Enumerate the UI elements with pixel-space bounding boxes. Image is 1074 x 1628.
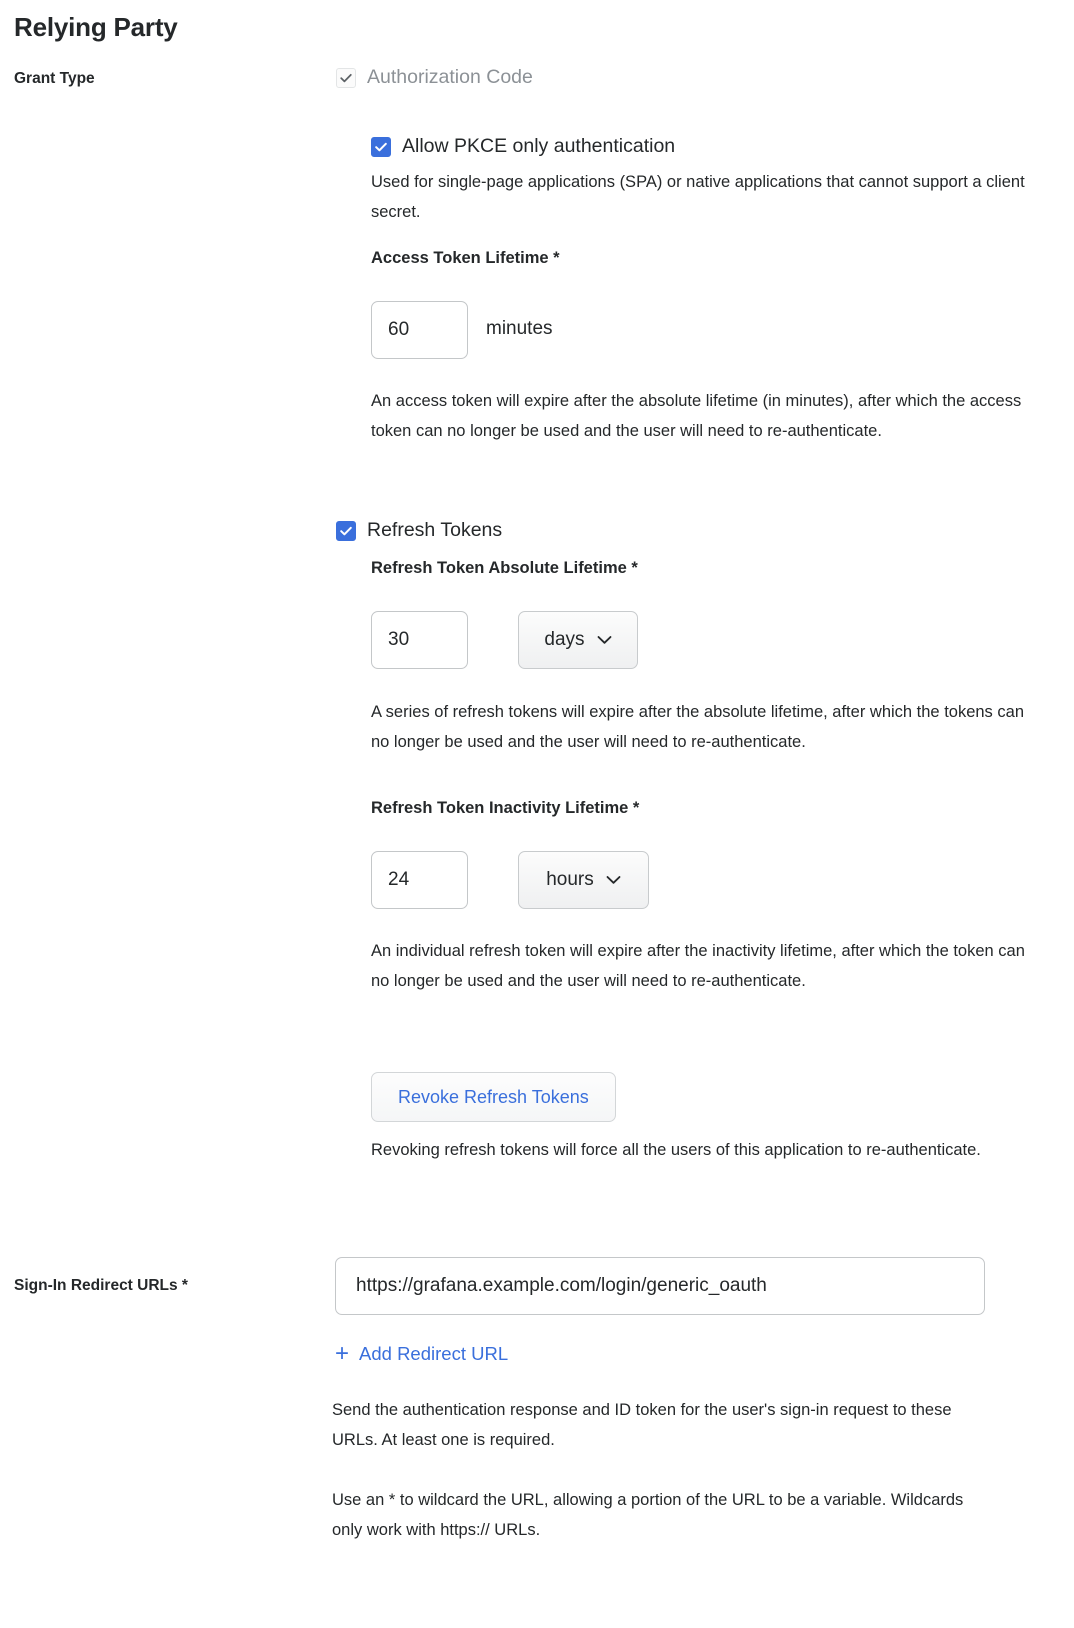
check-icon [336, 68, 356, 88]
refresh-absolute-lifetime-label: Refresh Token Absolute Lifetime * [371, 559, 638, 577]
access-token-lifetime-unit: minutes [486, 318, 553, 339]
checkbox-authorization-code: Authorization Code [336, 66, 533, 88]
refresh-inactivity-lifetime-input[interactable] [371, 851, 468, 909]
refresh-absolute-lifetime-unit-select[interactable]: days [518, 611, 638, 669]
access-token-lifetime-description: An access token will expire after the ab… [371, 392, 1022, 440]
chevron-down-icon [597, 629, 612, 651]
refresh-inactivity-lifetime-label: Refresh Token Inactivity Lifetime * [371, 799, 640, 817]
chevron-down-icon [606, 869, 621, 891]
refresh-inactivity-lifetime-unit-select[interactable]: hours [518, 851, 649, 909]
refresh-absolute-lifetime-description: A series of refresh tokens will expire a… [371, 703, 1024, 751]
refresh-absolute-lifetime-unit-value: days [544, 629, 585, 650]
grant-type-label: Grant Type [14, 70, 95, 87]
check-icon [336, 521, 356, 541]
plus-icon: + [335, 1340, 350, 1367]
refresh-inactivity-lifetime-unit-value: hours [546, 869, 594, 890]
access-token-lifetime-input[interactable] [371, 301, 468, 359]
sign-in-redirect-urls-label: Sign-In Redirect URLs * [14, 1277, 188, 1294]
checkbox-authorization-code-label: Authorization Code [367, 66, 533, 88]
checkbox-allow-pkce-label: Allow PKCE only authentication [402, 135, 676, 157]
page-title: Relying Party [14, 12, 178, 42]
checkbox-refresh-tokens-label: Refresh Tokens [367, 519, 503, 541]
pkce-description: Used for single-page applications (SPA) … [371, 173, 1025, 221]
sign-in-redirect-url-input[interactable] [335, 1257, 985, 1315]
add-redirect-url-label: Add Redirect URL [359, 1343, 509, 1364]
access-token-lifetime-label: Access Token Lifetime * [371, 249, 560, 267]
refresh-absolute-lifetime-input[interactable] [371, 611, 468, 669]
checkbox-allow-pkce[interactable]: Allow PKCE only authentication [371, 135, 675, 157]
revoke-refresh-tokens-button[interactable]: Revoke Refresh Tokens [371, 1072, 616, 1122]
revoke-refresh-tokens-description: Revoking refresh tokens will force all t… [371, 1141, 981, 1159]
redirect-urls-description-2: Use an * to wildcard the URL, allowing a… [332, 1491, 964, 1539]
checkbox-refresh-tokens[interactable]: Refresh Tokens [336, 519, 502, 541]
add-redirect-url-button[interactable]: + Add Redirect URL [335, 1340, 509, 1367]
redirect-urls-description-1: Send the authentication response and ID … [332, 1401, 952, 1449]
check-icon [371, 137, 391, 157]
refresh-inactivity-lifetime-description: An individual refresh token will expire … [371, 942, 1025, 990]
